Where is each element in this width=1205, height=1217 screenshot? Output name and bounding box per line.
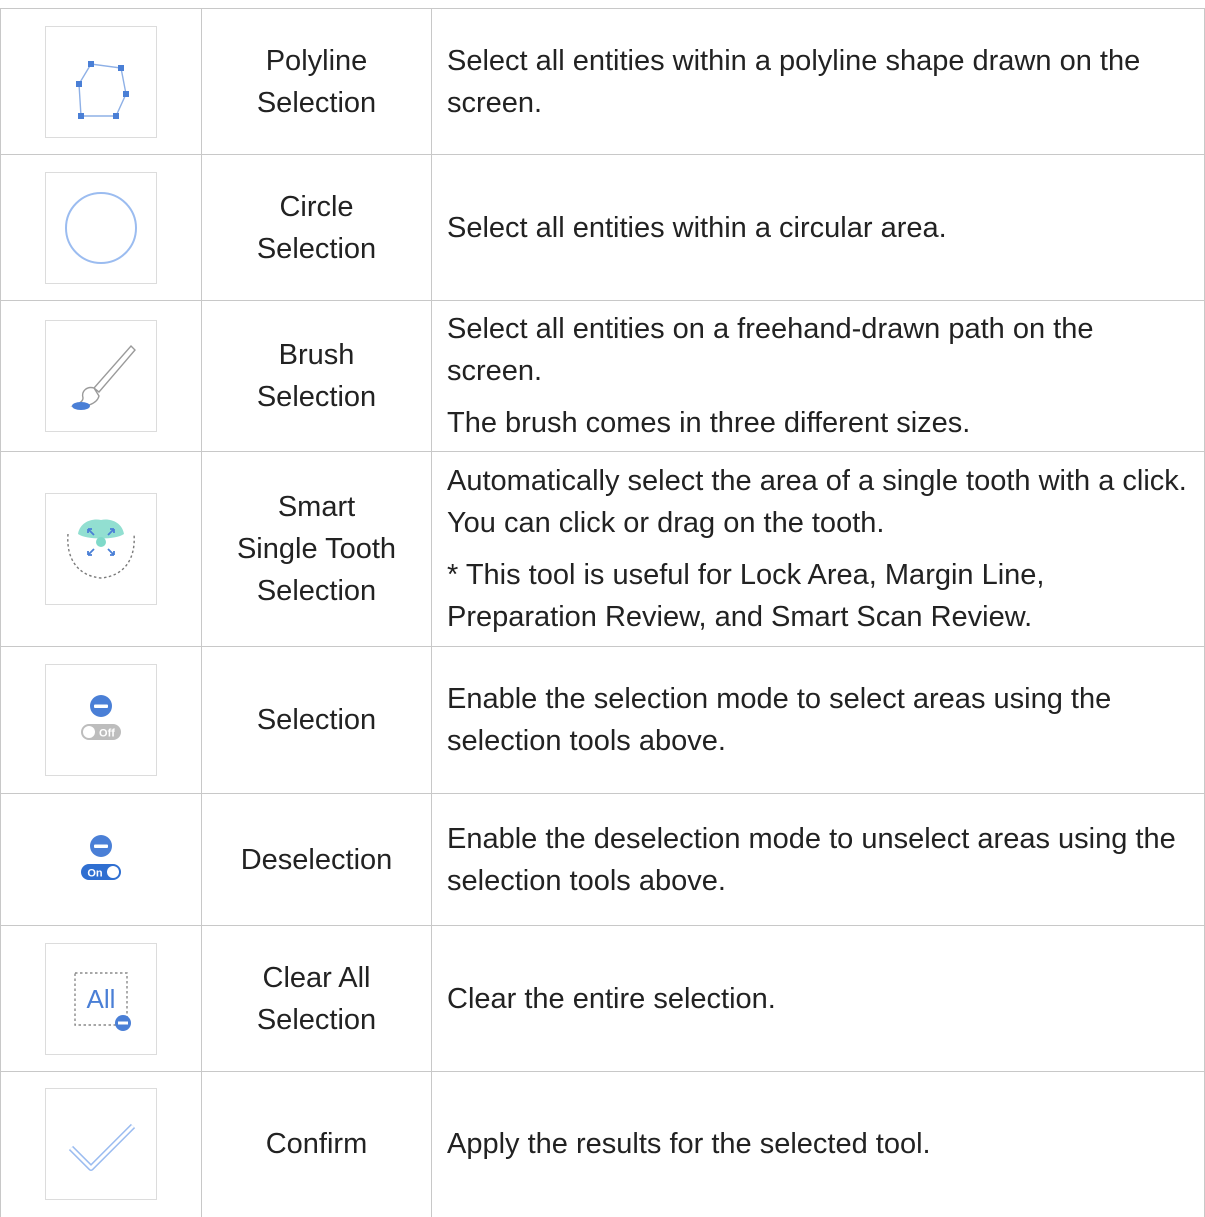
icon-cell — [0, 300, 202, 452]
tool-name: Selection — [256, 704, 377, 736]
brush-selection-icon — [45, 320, 157, 432]
tool-name-cell: Confirm — [201, 1071, 432, 1217]
smart-single-tooth-selection-icon — [45, 493, 157, 605]
table-row: Off Selection Enable the selection mode … — [0, 646, 1205, 794]
icon-cell: Off — [0, 646, 202, 794]
tool-name: Circle — [279, 190, 354, 223]
icon-cell: All — [0, 925, 202, 1072]
table-row: Smart Single Tooth Selection Automatical… — [0, 451, 1205, 647]
icon-cell — [0, 154, 202, 301]
table-row: Polyline Selection Select all entities w… — [0, 8, 1205, 155]
tool-description-cell: Enable the deselection mode to unselect … — [431, 793, 1205, 926]
tool-description: Apply the results for the selected tool. — [447, 1128, 931, 1161]
tool-name: Polyline — [265, 44, 368, 77]
tool-name: Selection — [256, 86, 377, 119]
tool-name: Single Tooth — [236, 533, 397, 565]
tool-name: Selection — [256, 381, 377, 413]
tool-description-cell: Apply the results for the selected tool. — [431, 1071, 1205, 1217]
tool-name-cell: Brush Selection — [201, 300, 432, 452]
table-row: Circle Selection Select all entities wit… — [0, 154, 1205, 301]
tool-description-cell: Enable the selection mode to select area… — [431, 646, 1205, 794]
tool-name-cell: Smart Single Tooth Selection — [201, 451, 432, 647]
table-row: Confirm Apply the results for the select… — [0, 1071, 1205, 1217]
deselection-toggle-on-icon: On — [45, 803, 157, 916]
clear-all-icon-label: All — [87, 984, 116, 1014]
tool-name: Clear All — [262, 961, 371, 994]
tool-description-cell: Select all entities on a freehand-drawn … — [431, 300, 1205, 452]
tool-description: Clear the entire selection. — [447, 982, 776, 1015]
table-row: On Deselection Enable the deselection mo… — [0, 793, 1205, 926]
tool-description-cell: Clear the entire selection. — [431, 925, 1205, 1072]
tool-name-cell: Deselection — [201, 793, 432, 926]
tool-description: Select all entities on a freehand-drawn … — [447, 313, 1094, 387]
tool-name-cell: Selection — [201, 646, 432, 794]
tool-name: Selection — [256, 575, 377, 607]
tool-name: Confirm — [265, 1128, 368, 1161]
confirm-check-icon — [45, 1088, 157, 1201]
icon-cell — [0, 1071, 202, 1217]
tool-name: Selection — [256, 232, 377, 265]
tool-name-cell: Polyline Selection — [201, 8, 432, 155]
icon-cell: On — [0, 793, 202, 926]
icon-cell — [0, 8, 202, 155]
circle-selection-icon — [45, 171, 157, 284]
tool-description: Select all entities within a circular ar… — [447, 211, 947, 244]
table-row: Brush Selection Select all entities on a… — [0, 300, 1205, 452]
tool-name: Deselection — [240, 843, 393, 876]
toggle-off-label: Off — [99, 728, 115, 740]
table-row: All Clear All Selection Clear the entire… — [0, 925, 1205, 1072]
selection-toggle-off-icon: Off — [45, 664, 157, 776]
tool-name: Brush — [278, 339, 355, 371]
selection-tools-table: Polyline Selection Select all entities w… — [0, 8, 1205, 1217]
tool-description: The brush comes in three different sizes… — [447, 407, 971, 439]
tool-description: Enable the deselection mode to unselect … — [447, 822, 1176, 897]
icon-cell — [0, 451, 202, 647]
tool-description: Enable the selection mode to select area… — [447, 683, 1112, 757]
tool-description: Select all entities within a polyline sh… — [447, 44, 1141, 119]
tool-description-cell: Automatically select the area of a singl… — [431, 451, 1205, 647]
tool-description-cell: Select all entities within a circular ar… — [431, 154, 1205, 301]
tool-name-cell: Circle Selection — [201, 154, 432, 301]
tool-name-cell: Clear All Selection — [201, 925, 432, 1072]
tool-description: Automatically select the area of a singl… — [447, 465, 1187, 539]
tool-name: Selection — [256, 1003, 377, 1036]
toggle-on-label: On — [87, 867, 103, 879]
tool-description-cell: Select all entities within a polyline sh… — [431, 8, 1205, 155]
tool-description: * This tool is useful for Lock Area, Mar… — [447, 559, 1045, 633]
polyline-selection-icon — [45, 25, 157, 138]
clear-all-selection-icon: All — [45, 942, 157, 1055]
tool-name: Smart — [277, 491, 356, 523]
